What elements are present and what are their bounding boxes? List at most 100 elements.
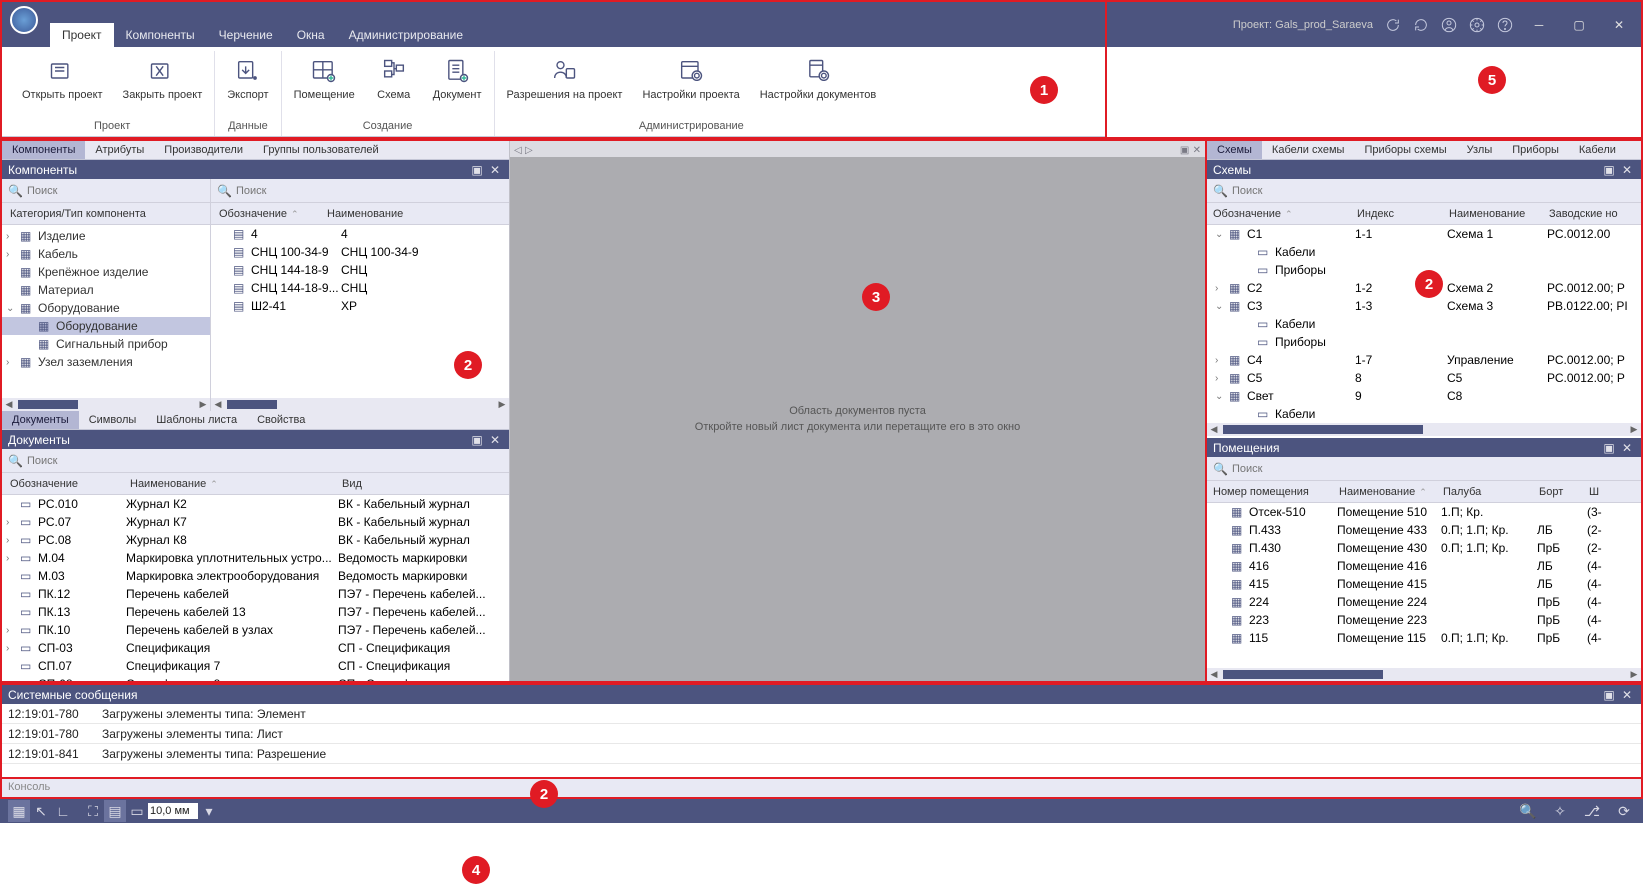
table-row[interactable]: ▦416Помещение 416ЛБ(4- bbox=[1207, 557, 1641, 575]
tab-schema-cables[interactable]: Кабели схемы bbox=[1262, 141, 1355, 159]
expander-icon[interactable]: › bbox=[1215, 355, 1227, 366]
tab-symbols[interactable]: Символы bbox=[79, 411, 147, 429]
expander-icon[interactable]: › bbox=[6, 553, 18, 564]
expander-icon[interactable]: › bbox=[6, 231, 18, 242]
search-status-icon[interactable]: 🔍 bbox=[1517, 800, 1539, 822]
dock-icon[interactable]: ▣ bbox=[1601, 440, 1617, 456]
table-row[interactable]: ▭Кабели bbox=[1207, 405, 1641, 423]
close-panel-icon[interactable]: ✕ bbox=[487, 162, 503, 178]
tree-row[interactable]: ⌄▦Оборудование bbox=[2, 299, 210, 317]
schemas-table[interactable]: ⌄▦С11-1Схема 1РС.0012.00▭Кабели▭Приборы›… bbox=[1207, 225, 1641, 423]
expander-icon[interactable]: › bbox=[6, 625, 18, 636]
window-close[interactable]: ✕ bbox=[1605, 15, 1633, 35]
list-item[interactable]: ▤44 bbox=[211, 225, 509, 243]
open-project-button[interactable]: Открыть проект bbox=[16, 51, 109, 118]
col-room-deck[interactable]: Палуба bbox=[1437, 483, 1533, 501]
expander-icon[interactable]: › bbox=[6, 249, 18, 260]
center-close-icon[interactable]: ✕ bbox=[1193, 145, 1201, 156]
table-row[interactable]: ▭РС.010Журнал К2ВК - Кабельный журнал bbox=[2, 495, 509, 513]
expander-icon[interactable]: ⌄ bbox=[6, 303, 18, 314]
table-row[interactable]: ▭Кабели bbox=[1207, 243, 1641, 261]
table-row[interactable]: ⌄▦С31-3Схема 3РВ.0122.00; PI bbox=[1207, 297, 1641, 315]
tab-schema-devices[interactable]: Приборы схемы bbox=[1354, 141, 1456, 159]
tab-usergroups[interactable]: Группы пользователей bbox=[253, 141, 389, 159]
expander-icon[interactable]: › bbox=[6, 643, 18, 654]
tree-row[interactable]: ›▦Узел заземления bbox=[2, 353, 210, 371]
expander-icon[interactable]: ⌄ bbox=[1215, 301, 1227, 312]
table-row[interactable]: ›▭ПК.10Перечень кабелей в узлахПЭ7 - Пер… bbox=[2, 621, 509, 639]
tree-row[interactable]: ▦Сигнальный прибор bbox=[2, 335, 210, 353]
expander-icon[interactable]: › bbox=[6, 357, 18, 368]
close-panel-icon[interactable]: ✕ bbox=[1619, 162, 1635, 178]
expander-icon[interactable]: ⌄ bbox=[1215, 229, 1227, 240]
table-row[interactable]: ▦415Помещение 415ЛБ(4- bbox=[1207, 575, 1641, 593]
col-schema-name[interactable]: Наименование bbox=[1443, 205, 1543, 223]
table-row[interactable]: ›▭М.04Маркировка уплотнительных устро...… bbox=[2, 549, 509, 567]
menu-components[interactable]: Компоненты bbox=[114, 23, 207, 47]
tab-schemas[interactable]: Схемы bbox=[1207, 141, 1262, 159]
expander-icon[interactable]: ⌄ bbox=[1215, 391, 1227, 402]
col-room-name[interactable]: Наименование bbox=[1333, 483, 1437, 501]
tree-row[interactable]: ▦Оборудование bbox=[2, 317, 210, 335]
expander-icon[interactable]: › bbox=[1215, 373, 1227, 384]
close-panel-icon[interactable]: ✕ bbox=[1619, 687, 1635, 703]
col-room-sh[interactable]: Ш bbox=[1583, 483, 1641, 501]
col-schema-factory[interactable]: Заводские но bbox=[1543, 205, 1641, 223]
rooms-table[interactable]: ▦Отсек-510Помещение 5101.П; Кр.(3-▦П.433… bbox=[1207, 503, 1641, 668]
tree-h-scroll[interactable]: ◀▶ bbox=[2, 398, 210, 411]
table-row[interactable]: ▭ПК.12Перечень кабелейПЭ7 - Перечень каб… bbox=[2, 585, 509, 603]
dropdown-icon[interactable]: ▾ bbox=[198, 800, 220, 822]
table-row[interactable]: ▭Приборы bbox=[1207, 333, 1641, 351]
table-row[interactable]: ▭СП.07Спецификация 7СП - Спецификация bbox=[2, 657, 509, 675]
list-h-scroll[interactable]: ◀▶ bbox=[211, 398, 509, 411]
zoom-input[interactable] bbox=[148, 803, 198, 819]
component-tree[interactable]: ›▦Изделие›▦Кабель▦Крепёжное изделие▦Мате… bbox=[2, 225, 210, 398]
tree-row[interactable]: ›▦Изделие bbox=[2, 227, 210, 245]
col-doc-name[interactable]: Наименование bbox=[122, 475, 334, 493]
table-row[interactable]: ›▭РС.08Журнал К8ВК - Кабельный журнал bbox=[2, 531, 509, 549]
nav-next-icon[interactable]: ▷ bbox=[525, 145, 533, 156]
docs-search-input[interactable] bbox=[27, 455, 503, 467]
col-schema-index[interactable]: Индекс bbox=[1351, 205, 1443, 223]
gear-icon[interactable] bbox=[1469, 17, 1485, 33]
rss-icon[interactable]: ⟳ bbox=[1613, 800, 1635, 822]
list-item[interactable]: ▤СНЦ 100-34-9СНЦ 100-34-9 bbox=[211, 243, 509, 261]
cursor-icon[interactable]: ↖ bbox=[30, 800, 52, 822]
tree-row[interactable]: ›▦Кабель bbox=[2, 245, 210, 263]
tab-cables[interactable]: Кабели bbox=[1569, 141, 1626, 159]
branch-icon[interactable]: ⎇ bbox=[1581, 800, 1603, 822]
dock-icon[interactable]: ▣ bbox=[469, 432, 485, 448]
window-maximize[interactable]: ▢ bbox=[1565, 15, 1593, 35]
table-row[interactable]: ›▦С41-7УправлениеРС.0012.00; Р bbox=[1207, 351, 1641, 369]
table-row[interactable]: ⌄▦Свет9С8 bbox=[1207, 387, 1641, 405]
tab-components[interactable]: Компоненты bbox=[2, 141, 85, 159]
rooms-h-scroll[interactable]: ◀▶ bbox=[1207, 668, 1641, 681]
tree-row[interactable]: ▦Крепёжное изделие bbox=[2, 263, 210, 281]
col-doc-kind[interactable]: Вид bbox=[334, 475, 370, 493]
list-search-input[interactable] bbox=[236, 185, 503, 197]
table-row[interactable]: ▭М.03Маркировка электрооборудованияВедом… bbox=[2, 567, 509, 585]
tab-properties[interactable]: Свойства bbox=[247, 411, 315, 429]
col-designation[interactable]: Обозначение bbox=[211, 205, 319, 223]
export-button[interactable]: Экспорт bbox=[221, 51, 274, 118]
table-row[interactable]: ›▭СП-03СпецификацияСП - Спецификация bbox=[2, 639, 509, 657]
menu-windows[interactable]: Окна bbox=[285, 23, 337, 47]
col-name[interactable]: Наименование bbox=[319, 205, 411, 223]
user-icon[interactable] bbox=[1441, 17, 1457, 33]
table-row[interactable]: ▦Отсек-510Помещение 5101.П; Кр.(3- bbox=[1207, 503, 1641, 521]
schemas-h-scroll[interactable]: ◀▶ bbox=[1207, 423, 1641, 436]
menu-admin[interactable]: Администрирование bbox=[337, 23, 475, 47]
dock-icon[interactable]: ▣ bbox=[1601, 162, 1617, 178]
table-row[interactable]: ▭Кабели bbox=[1207, 315, 1641, 333]
rooms-search-input[interactable] bbox=[1232, 463, 1635, 475]
rect-icon[interactable]: ▭ bbox=[126, 800, 148, 822]
list-item[interactable]: ▤Ш2-41ХР bbox=[211, 297, 509, 315]
menu-project[interactable]: Проект bbox=[50, 23, 114, 47]
document-settings-button[interactable]: Настройки документов bbox=[754, 51, 882, 118]
list-item[interactable]: ▤СНЦ 144-18-9...СНЦ bbox=[211, 279, 509, 297]
close-project-button[interactable]: Закрыть проект bbox=[117, 51, 209, 118]
table-row[interactable]: ⌄▦С11-1Схема 1РС.0012.00 bbox=[1207, 225, 1641, 243]
tree-row[interactable]: ▦Материал bbox=[2, 281, 210, 299]
close-panel-icon[interactable]: ✕ bbox=[487, 432, 503, 448]
schemas-search-input[interactable] bbox=[1232, 185, 1635, 197]
